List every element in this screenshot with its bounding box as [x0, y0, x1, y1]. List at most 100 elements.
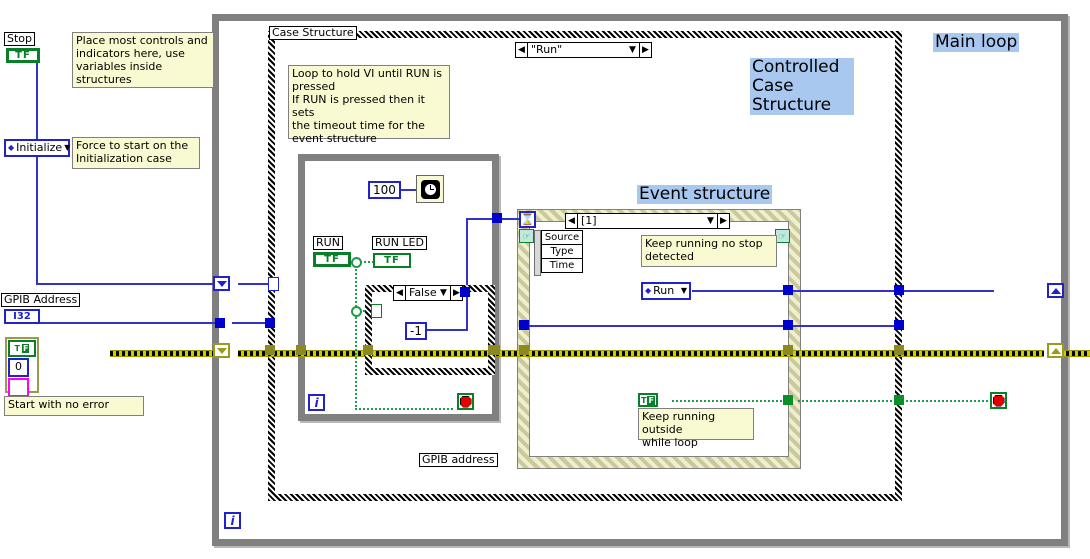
wait-ms-constant[interactable]: 100	[368, 181, 401, 199]
tunnel-case-right-boolean[interactable]	[894, 395, 904, 405]
stop-control-label: Stop	[4, 32, 36, 46]
gpib-address-tunnel-label: GPIB address	[419, 453, 498, 467]
error-source-string[interactable]	[8, 378, 29, 397]
wire-event-lower-out	[528, 325, 638, 327]
case-selector[interactable]: ◀ "Run" ▼ ▶	[515, 42, 652, 58]
main-loop-stop-terminal[interactable]	[990, 392, 1007, 409]
event-timeout-terminal[interactable]: ⌛	[519, 211, 536, 228]
tunnel-event-run-out[interactable]	[783, 285, 793, 295]
keep-running-outside-terminal[interactable]: T F	[638, 393, 658, 407]
shift-register-error-left[interactable]	[213, 343, 230, 358]
event-selector-prev-icon[interactable]: ◀	[566, 214, 578, 228]
main-loop-iteration-terminal: i	[224, 512, 241, 529]
run-led-indicator-label: RUN LED	[372, 236, 427, 250]
case-selector-prev-icon[interactable]: ◀	[516, 43, 528, 57]
run-control-label: RUN	[313, 236, 343, 250]
case-structure-selector-terminal[interactable]	[268, 277, 279, 291]
error-code-value[interactable]: 0	[8, 358, 29, 377]
chevron-down-icon[interactable]: ▼	[681, 284, 687, 298]
wire-gpib-address	[36, 322, 222, 324]
wire-case-selector-feed	[238, 283, 268, 285]
note-force-initialize: Force to start on the Initialization cas…	[72, 137, 200, 169]
chevron-down-icon[interactable]: ▼	[437, 286, 450, 300]
shift-register-arrow-down	[216, 280, 227, 287]
run-control-terminal[interactable]: TF	[313, 252, 351, 267]
main-loop-label: Main loop	[933, 32, 1020, 52]
wire-event-lower-out2	[638, 325, 898, 327]
tunnel-case-right-top[interactable]	[894, 285, 904, 295]
tunnel-inner-case-error-right[interactable]	[488, 345, 498, 355]
wire-keep-running-outside	[672, 400, 790, 402]
wire-error-left	[110, 350, 222, 357]
stop-terminal-text: TF	[15, 50, 31, 61]
event-terminal-glyph-right: ☞	[778, 231, 787, 241]
inner-case-value: False	[409, 286, 437, 299]
wire-error-exit	[1060, 350, 1090, 357]
wire-stop-horizontal	[36, 283, 222, 285]
event-selector[interactable]: ◀ [1] ▼ ▶	[565, 213, 730, 229]
enum-increment-icon[interactable]: ◆	[8, 141, 14, 155]
inner-case-prev-icon[interactable]: ◀	[394, 286, 406, 300]
run-enum-constant[interactable]: ◆ Run ▼	[641, 282, 691, 300]
inner-case-selector[interactable]: ◀ False ▼ ▶	[393, 285, 463, 301]
event-selector-next-icon[interactable]: ▶	[717, 214, 729, 228]
event-selector-value: [1]	[581, 214, 597, 227]
tunnel-case-left-error[interactable]	[265, 345, 275, 355]
tunnel-case-right-mid[interactable]	[894, 320, 904, 330]
tunnel-inner-case-error-left[interactable]	[363, 345, 373, 355]
tunnel-inner-loop-timeout-out[interactable]	[492, 213, 502, 223]
gpib-address-terminal[interactable]: I32	[4, 309, 40, 324]
error-cluster-constant[interactable]: T F 0	[5, 337, 39, 397]
tunnel-inner-loop-error-left[interactable]	[296, 345, 306, 355]
wire-keep-running-to-stop	[798, 400, 988, 402]
shift-register-right-top[interactable]	[1047, 283, 1064, 298]
wire-stop-terminal-in	[355, 408, 455, 410]
chevron-down-icon[interactable]: ▼	[704, 214, 717, 228]
error-status-t: T	[14, 344, 20, 353]
shift-register-left-top[interactable]	[213, 276, 230, 291]
tunnel-event-lower-out[interactable]	[783, 320, 793, 330]
error-status-boolean: T F	[8, 340, 36, 357]
event-data-node-right-terminal[interactable]: ☞	[775, 229, 790, 243]
note-keep-running-no-stop: Keep running no stop detected	[641, 235, 777, 267]
tunnel-event-boolean-out[interactable]	[783, 395, 793, 405]
main-iteration-text: i	[230, 513, 235, 528]
stop-control-terminal[interactable]: TF	[6, 48, 40, 63]
wait-ms-function-icon[interactable]	[416, 175, 444, 203]
tunnel-gpib-left[interactable]	[215, 318, 225, 328]
run-led-indicator-terminal[interactable]: TF	[373, 253, 411, 268]
event-data-row-time: Time	[549, 260, 575, 271]
event-data-node[interactable]: Source Type Time	[541, 230, 583, 273]
keep-running-f: F	[647, 395, 655, 405]
shift-register-error-arrow	[216, 347, 227, 354]
wire-run-down	[355, 261, 357, 409]
timeout-minus-one-constant[interactable]: -1	[405, 322, 427, 340]
event-structure-label: Event structure	[637, 184, 773, 204]
tunnel-event-lower-in[interactable]	[519, 320, 529, 330]
event-data-node-scrollbar[interactable]	[534, 230, 541, 276]
tunnel-inner-case-out[interactable]	[460, 287, 470, 297]
case-structure-label: Case Structure	[269, 26, 357, 40]
tunnel-case-left-gpib[interactable]	[265, 318, 275, 328]
event-data-node-left-terminal[interactable]: ☞	[519, 229, 534, 243]
wire-error-main	[238, 350, 1044, 357]
inner-loop-stop-terminal[interactable]	[457, 393, 474, 410]
initialize-enum-value: Initialize	[16, 141, 63, 154]
inner-case-conditional-terminal[interactable]	[371, 304, 382, 318]
note-loop-hold: Loop to hold VI until RUN is pressed If …	[288, 65, 450, 145]
case-selector-next-icon[interactable]: ▶	[639, 43, 651, 57]
note-place-controls: Place most controls and indicators here,…	[72, 32, 214, 88]
shift-register-error-right[interactable]	[1047, 343, 1064, 358]
timeout-constant-value: -1	[410, 324, 422, 338]
tunnel-event-error-right[interactable]	[783, 345, 793, 355]
tunnel-event-error-left[interactable]	[519, 345, 529, 355]
chevron-down-icon[interactable]: ▼	[626, 43, 639, 57]
wire-run-enum-out	[692, 290, 994, 292]
enum-increment-icon-run[interactable]: ◆	[645, 284, 651, 298]
tunnel-case-right-error[interactable]	[894, 345, 904, 355]
controlled-case-structure-label: Controlled Case Structure	[750, 58, 854, 115]
initialize-enum-control[interactable]: ◆ Initialize ▼	[4, 139, 70, 157]
inner-loop-iteration-terminal: i	[308, 394, 325, 411]
chevron-down-icon[interactable]: ▼	[64, 141, 70, 155]
hourglass-icon: ⌛	[520, 213, 535, 226]
